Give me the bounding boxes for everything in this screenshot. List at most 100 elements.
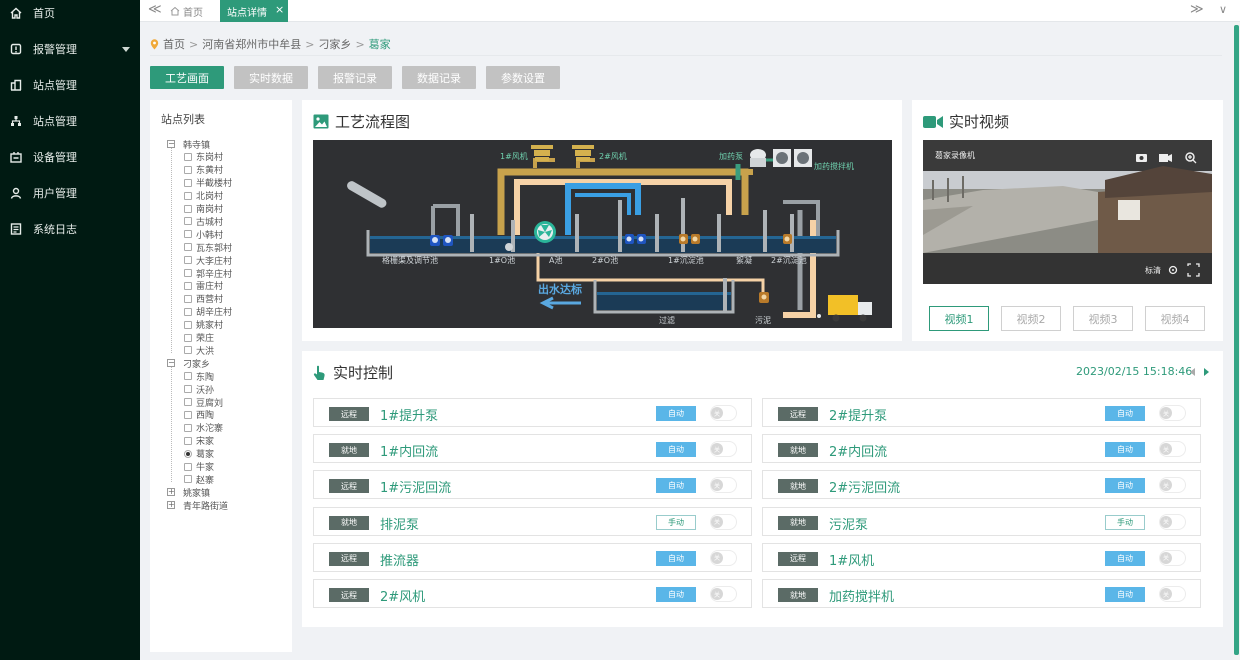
power-toggle[interactable]: 关: [710, 441, 737, 458]
tree-node-village[interactable]: 荣庄: [184, 332, 214, 344]
tree-node-town[interactable]: + 青年路街道: [167, 499, 228, 512]
tree-node-village[interactable]: 古城村: [184, 215, 223, 228]
checkbox-icon[interactable]: [184, 410, 192, 419]
sidebar-item-user[interactable]: 用户管理: [0, 175, 140, 211]
collapse-left-icon[interactable]: ≪: [148, 3, 162, 17]
mode-button[interactable]: 自动: [656, 587, 696, 602]
checkbox-icon[interactable]: [184, 191, 192, 200]
alarm-records-button[interactable]: 报警记录: [318, 66, 392, 89]
mode-button[interactable]: 手动: [1105, 514, 1145, 530]
video-player[interactable]: 葛家录像机 标清: [923, 140, 1212, 284]
checkbox-icon[interactable]: [184, 243, 192, 252]
checkbox-icon[interactable]: [184, 462, 192, 471]
mode-button[interactable]: 自动: [656, 406, 696, 421]
sidebar-item-alarm[interactable]: 报警管理: [0, 31, 140, 67]
video-quality[interactable]: 标清: [1145, 265, 1161, 275]
tree-node-village[interactable]: 小韩村: [184, 228, 223, 241]
close-icon[interactable]: ×: [275, 4, 284, 16]
video-4-button[interactable]: 视频4: [1145, 306, 1205, 331]
tree-node-village[interactable]: 东陶: [184, 370, 214, 383]
tree-node-village[interactable]: 瓦东郭村: [184, 241, 232, 254]
checkbox-icon[interactable]: [184, 475, 192, 484]
power-toggle[interactable]: 关: [710, 549, 737, 566]
power-toggle[interactable]: 关: [710, 477, 737, 494]
power-toggle[interactable]: 关: [710, 513, 737, 530]
parameter-settings-button[interactable]: 参数设置: [486, 66, 560, 89]
checkbox-icon[interactable]: [184, 204, 192, 213]
tree-node-village[interactable]: 姚家村: [184, 319, 223, 331]
checkbox-icon[interactable]: [184, 372, 192, 381]
checkbox-icon[interactable]: [184, 165, 192, 174]
sidebar-item-log[interactable]: 系统日志: [0, 211, 140, 247]
mode-button[interactable]: 自动: [1105, 587, 1145, 602]
power-toggle[interactable]: 关: [1159, 405, 1186, 421]
chevron-down-icon[interactable]: ∨: [1219, 3, 1227, 17]
power-toggle[interactable]: 关: [1159, 549, 1186, 566]
checkbox-icon[interactable]: [184, 385, 192, 394]
mode-button[interactable]: 手动: [656, 514, 696, 530]
tree-node-village[interactable]: 牛家: [184, 461, 214, 473]
video-3-button[interactable]: 视频3: [1073, 306, 1133, 331]
snapshot-icon[interactable]: [1136, 154, 1147, 162]
checkbox-icon[interactable]: [184, 217, 192, 226]
breadcrumb-county[interactable]: 河南省郑州市中牟县: [202, 36, 301, 52]
tab-home[interactable]: 首页: [170, 0, 214, 22]
tree-node-village[interactable]: 北岗村: [184, 190, 223, 202]
tree-node-village[interactable]: 南岗村: [184, 203, 223, 215]
power-toggle[interactable]: 关: [1159, 513, 1186, 530]
mode-button[interactable]: 自动: [1105, 406, 1145, 421]
scroll-right-icon[interactable]: ≫: [1190, 3, 1204, 17]
checkbox-icon[interactable]: [184, 307, 192, 316]
tree-node-town[interactable]: − 韩寺镇: [167, 138, 210, 151]
tree-node-village[interactable]: 大李庄村: [184, 254, 232, 267]
tree-node-village[interactable]: 豆腐刘: [184, 396, 223, 409]
sidebar-item-station-manage[interactable]: 站点管理: [0, 103, 140, 139]
tree-node-town[interactable]: + 姚家镇: [167, 486, 210, 499]
tree-node-village[interactable]: 宋家: [184, 435, 214, 447]
tree-node-village[interactable]: 西陶: [184, 409, 214, 421]
checkbox-icon[interactable]: [184, 436, 192, 445]
power-toggle[interactable]: 关: [1159, 586, 1186, 602]
checkbox-icon[interactable]: [184, 152, 192, 161]
video-1-button[interactable]: 视频1: [929, 306, 989, 331]
tree-node-village[interactable]: 东岗村: [184, 151, 223, 163]
mode-button[interactable]: 自动: [656, 442, 696, 458]
mode-button[interactable]: 自动: [656, 478, 696, 494]
mode-button[interactable]: 自动: [656, 550, 696, 566]
mode-button[interactable]: 自动: [1105, 442, 1145, 458]
tree-node-village[interactable]: 东黄村: [184, 164, 223, 176]
record-icon[interactable]: [1159, 154, 1172, 162]
checkbox-icon[interactable]: [184, 269, 192, 277]
mode-button[interactable]: 自动: [1105, 478, 1145, 494]
power-toggle[interactable]: 关: [710, 586, 737, 602]
tree-node-town[interactable]: − 刁家乡: [167, 357, 210, 370]
tree-node-village[interactable]: 西营村: [184, 293, 223, 305]
video-2-button[interactable]: 视频2: [1001, 306, 1061, 331]
checkbox-icon[interactable]: [184, 294, 192, 303]
checkbox-icon[interactable]: [184, 333, 192, 342]
tree-node-village[interactable]: 半截楼村: [184, 177, 232, 189]
sidebar-item-device[interactable]: 设备管理: [0, 139, 140, 175]
checkbox-icon[interactable]: [184, 178, 192, 187]
checkbox-icon[interactable]: [184, 281, 192, 290]
next-arrow-icon[interactable]: [1204, 368, 1209, 376]
tree-node-village[interactable]: 胡辛庄村: [184, 306, 232, 318]
mode-button[interactable]: 自动: [1105, 550, 1145, 566]
sidebar-item-home[interactable]: 首页: [0, 0, 140, 31]
tree-node-village[interactable]: 水沱寨: [184, 422, 223, 434]
checkbox-icon[interactable]: [184, 398, 192, 406]
realtime-data-button[interactable]: 实时数据: [234, 66, 308, 89]
scrollbar-thumb[interactable]: [1234, 25, 1239, 655]
tree-node-village[interactable]: 沃孙: [184, 383, 214, 396]
tree-node-village[interactable]: 郭辛庄村: [184, 267, 232, 280]
prev-arrow-icon[interactable]: [1190, 368, 1195, 376]
power-toggle[interactable]: 关: [710, 405, 737, 421]
process-view-button[interactable]: 工艺画面: [150, 66, 224, 89]
checkbox-icon[interactable]: [184, 423, 192, 432]
tree-node-village[interactable]: 雷庄村: [184, 280, 223, 292]
breadcrumb-town[interactable]: 刁家乡: [318, 36, 351, 52]
checkbox-icon[interactable]: [184, 256, 192, 265]
checkbox-icon[interactable]: [184, 230, 192, 239]
data-records-button[interactable]: 数据记录: [402, 66, 476, 89]
tree-node-village[interactable]: 赵寨: [184, 473, 214, 486]
